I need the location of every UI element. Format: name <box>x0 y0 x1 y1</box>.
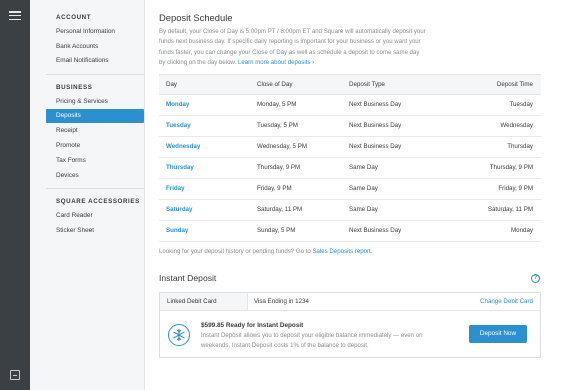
column-header-deposit-time: Deposit Time <box>496 81 533 88</box>
sidebar-item-sticker-sheet[interactable]: Sticker Sheet <box>46 224 144 238</box>
deposit-time-cell: Thursday, 9 PM <box>489 164 533 171</box>
deposit-type-cell: Next Business Day <box>349 101 402 108</box>
linked-debit-card-label: Linked Debit Card <box>160 293 248 310</box>
deposit-type-cell: Same Day <box>349 206 378 213</box>
table-row[interactable]: Sunday Sunday, 5 PM Next Business Day Mo… <box>159 221 541 242</box>
sidebar-heading-account: ACCOUNT <box>56 14 92 21</box>
day-link-monday[interactable]: Monday <box>166 95 189 115</box>
day-link-friday[interactable]: Friday <box>166 179 185 199</box>
close-of-day-cell: Monday, 5 PM <box>257 101 297 108</box>
sidebar-item-receipt[interactable]: Receipt <box>46 124 144 138</box>
linked-card-value: Visa Ending in 1234 <box>254 298 309 305</box>
help-icon[interactable]: ? <box>531 274 540 283</box>
deposit-type-cell: Next Business Day <box>349 227 402 234</box>
instant-deposit-ready-amount: $599.85 Ready for Instant Deposit <box>201 322 304 329</box>
sidebar-item-devices[interactable]: Devices <box>46 169 144 183</box>
sidebar-divider <box>46 74 144 75</box>
close-of-day-cell: Thursday, 9 PM <box>257 164 301 171</box>
table-row[interactable]: Tuesday Tuesday, 5 PM Next Business Day … <box>159 116 541 137</box>
instant-deposit-card: Linked Debit Card Visa Ending in 1234 Ch… <box>159 292 541 358</box>
linked-card-row: Linked Debit Card Visa Ending in 1234 Ch… <box>160 293 540 311</box>
deposit-time-cell: Thursday <box>507 143 533 150</box>
deposit-time-cell: Monday <box>510 227 533 234</box>
deposit-type-cell: Next Business Day <box>349 122 402 129</box>
column-header-deposit-type: Deposit Type <box>349 81 386 88</box>
day-link-sunday[interactable]: Sunday <box>166 221 188 241</box>
deposit-now-button[interactable]: Deposit Now <box>469 325 527 343</box>
close-of-day-cell: Wednesday, 5 PM <box>257 143 307 150</box>
deposit-type-cell: Same Day <box>349 164 378 171</box>
deposit-history-note: Looking for your deposit history or pend… <box>159 248 372 255</box>
sidebar-item-tax-forms[interactable]: Tax Forms <box>46 154 144 168</box>
intro-text: By default, your Close of Day is 5:00pm … <box>159 27 427 68</box>
deposit-time-cell: Wednesday <box>500 122 533 129</box>
deposit-type-cell: Same Day <box>349 185 378 192</box>
table-row[interactable]: Wednesday Wednesday, 5 PM Next Business … <box>159 137 541 158</box>
table-row[interactable]: Friday Friday, 9 PM Same Day Friday, 9 P… <box>159 179 541 200</box>
table-row[interactable]: Monday Monday, 5 PM Next Business Day Tu… <box>159 95 541 116</box>
deposit-type-cell: Next Business Day <box>349 143 402 150</box>
sidebar-item-card-reader[interactable]: Card Reader <box>46 209 144 223</box>
deposit-time-cell: Tuesday <box>509 101 533 108</box>
sidebar-heading-accessories: SQUARE ACCESSORIES <box>56 198 140 205</box>
deposit-time-cell: Friday, 9 PM <box>498 185 533 192</box>
sidebar-divider <box>46 188 144 189</box>
hamburger-icon[interactable] <box>9 11 21 21</box>
column-header-day: Day <box>166 81 178 88</box>
table-row[interactable]: Thursday Thursday, 9 PM Same Day Thursda… <box>159 158 541 179</box>
close-of-day-cell: Sunday, 5 PM <box>257 227 296 234</box>
table-row[interactable]: Saturday Saturday, 11 PM Same Day Saturd… <box>159 200 541 221</box>
history-note-text: Looking for your deposit history or pend… <box>159 248 311 255</box>
deposit-schedule-table: Day Close of Day Deposit Type Deposit Ti… <box>159 74 541 242</box>
sidebar-item-bank-accounts[interactable]: Bank Accounts <box>46 40 144 54</box>
close-of-day-cell: Tuesday, 5 PM <box>257 122 298 129</box>
learn-more-link[interactable]: Learn more about deposits › <box>238 59 314 66</box>
day-link-thursday[interactable]: Thursday <box>166 158 194 178</box>
sidebar-item-email-notifications[interactable]: Email Notifications <box>46 54 144 68</box>
column-header-close-of-day: Close of Day <box>257 81 293 88</box>
sidebar-item-deposits[interactable]: Deposits <box>46 109 144 123</box>
app-rail <box>0 0 30 390</box>
page-title: Deposit Schedule <box>159 12 233 23</box>
settings-sidebar: ACCOUNT Personal Information Bank Accoun… <box>30 0 145 390</box>
deposit-time-cell: Saturday, 11 PM <box>487 206 533 213</box>
lightning-icon <box>168 324 190 346</box>
sign-out-icon[interactable] <box>10 370 20 380</box>
sidebar-heading-business: BUSINESS <box>56 84 93 91</box>
sales-deposits-report-link[interactable]: Sales Deposits report. <box>312 248 372 255</box>
sidebar-item-promote[interactable]: Promote <box>46 139 144 153</box>
instant-deposit-description: Instant Deposit allows you to deposit yo… <box>201 332 423 350</box>
day-link-wednesday[interactable]: Wednesday <box>166 137 200 157</box>
change-debit-card-link[interactable]: Change Debit Card <box>480 293 533 310</box>
sidebar-item-pricing-services[interactable]: Pricing & Services <box>46 95 144 109</box>
sidebar-item-personal-information[interactable]: Personal Information <box>46 25 144 39</box>
instant-deposit-title: Instant Deposit <box>159 273 217 283</box>
day-link-saturday[interactable]: Saturday <box>166 200 192 220</box>
close-of-day-cell: Friday, 9 PM <box>257 185 292 192</box>
table-header: Day Close of Day Deposit Type Deposit Ti… <box>159 74 541 95</box>
close-of-day-cell: Saturday, 11 PM <box>257 206 303 213</box>
day-link-tuesday[interactable]: Tuesday <box>166 116 191 136</box>
app: ACCOUNT Personal Information Bank Accoun… <box>0 0 584 390</box>
